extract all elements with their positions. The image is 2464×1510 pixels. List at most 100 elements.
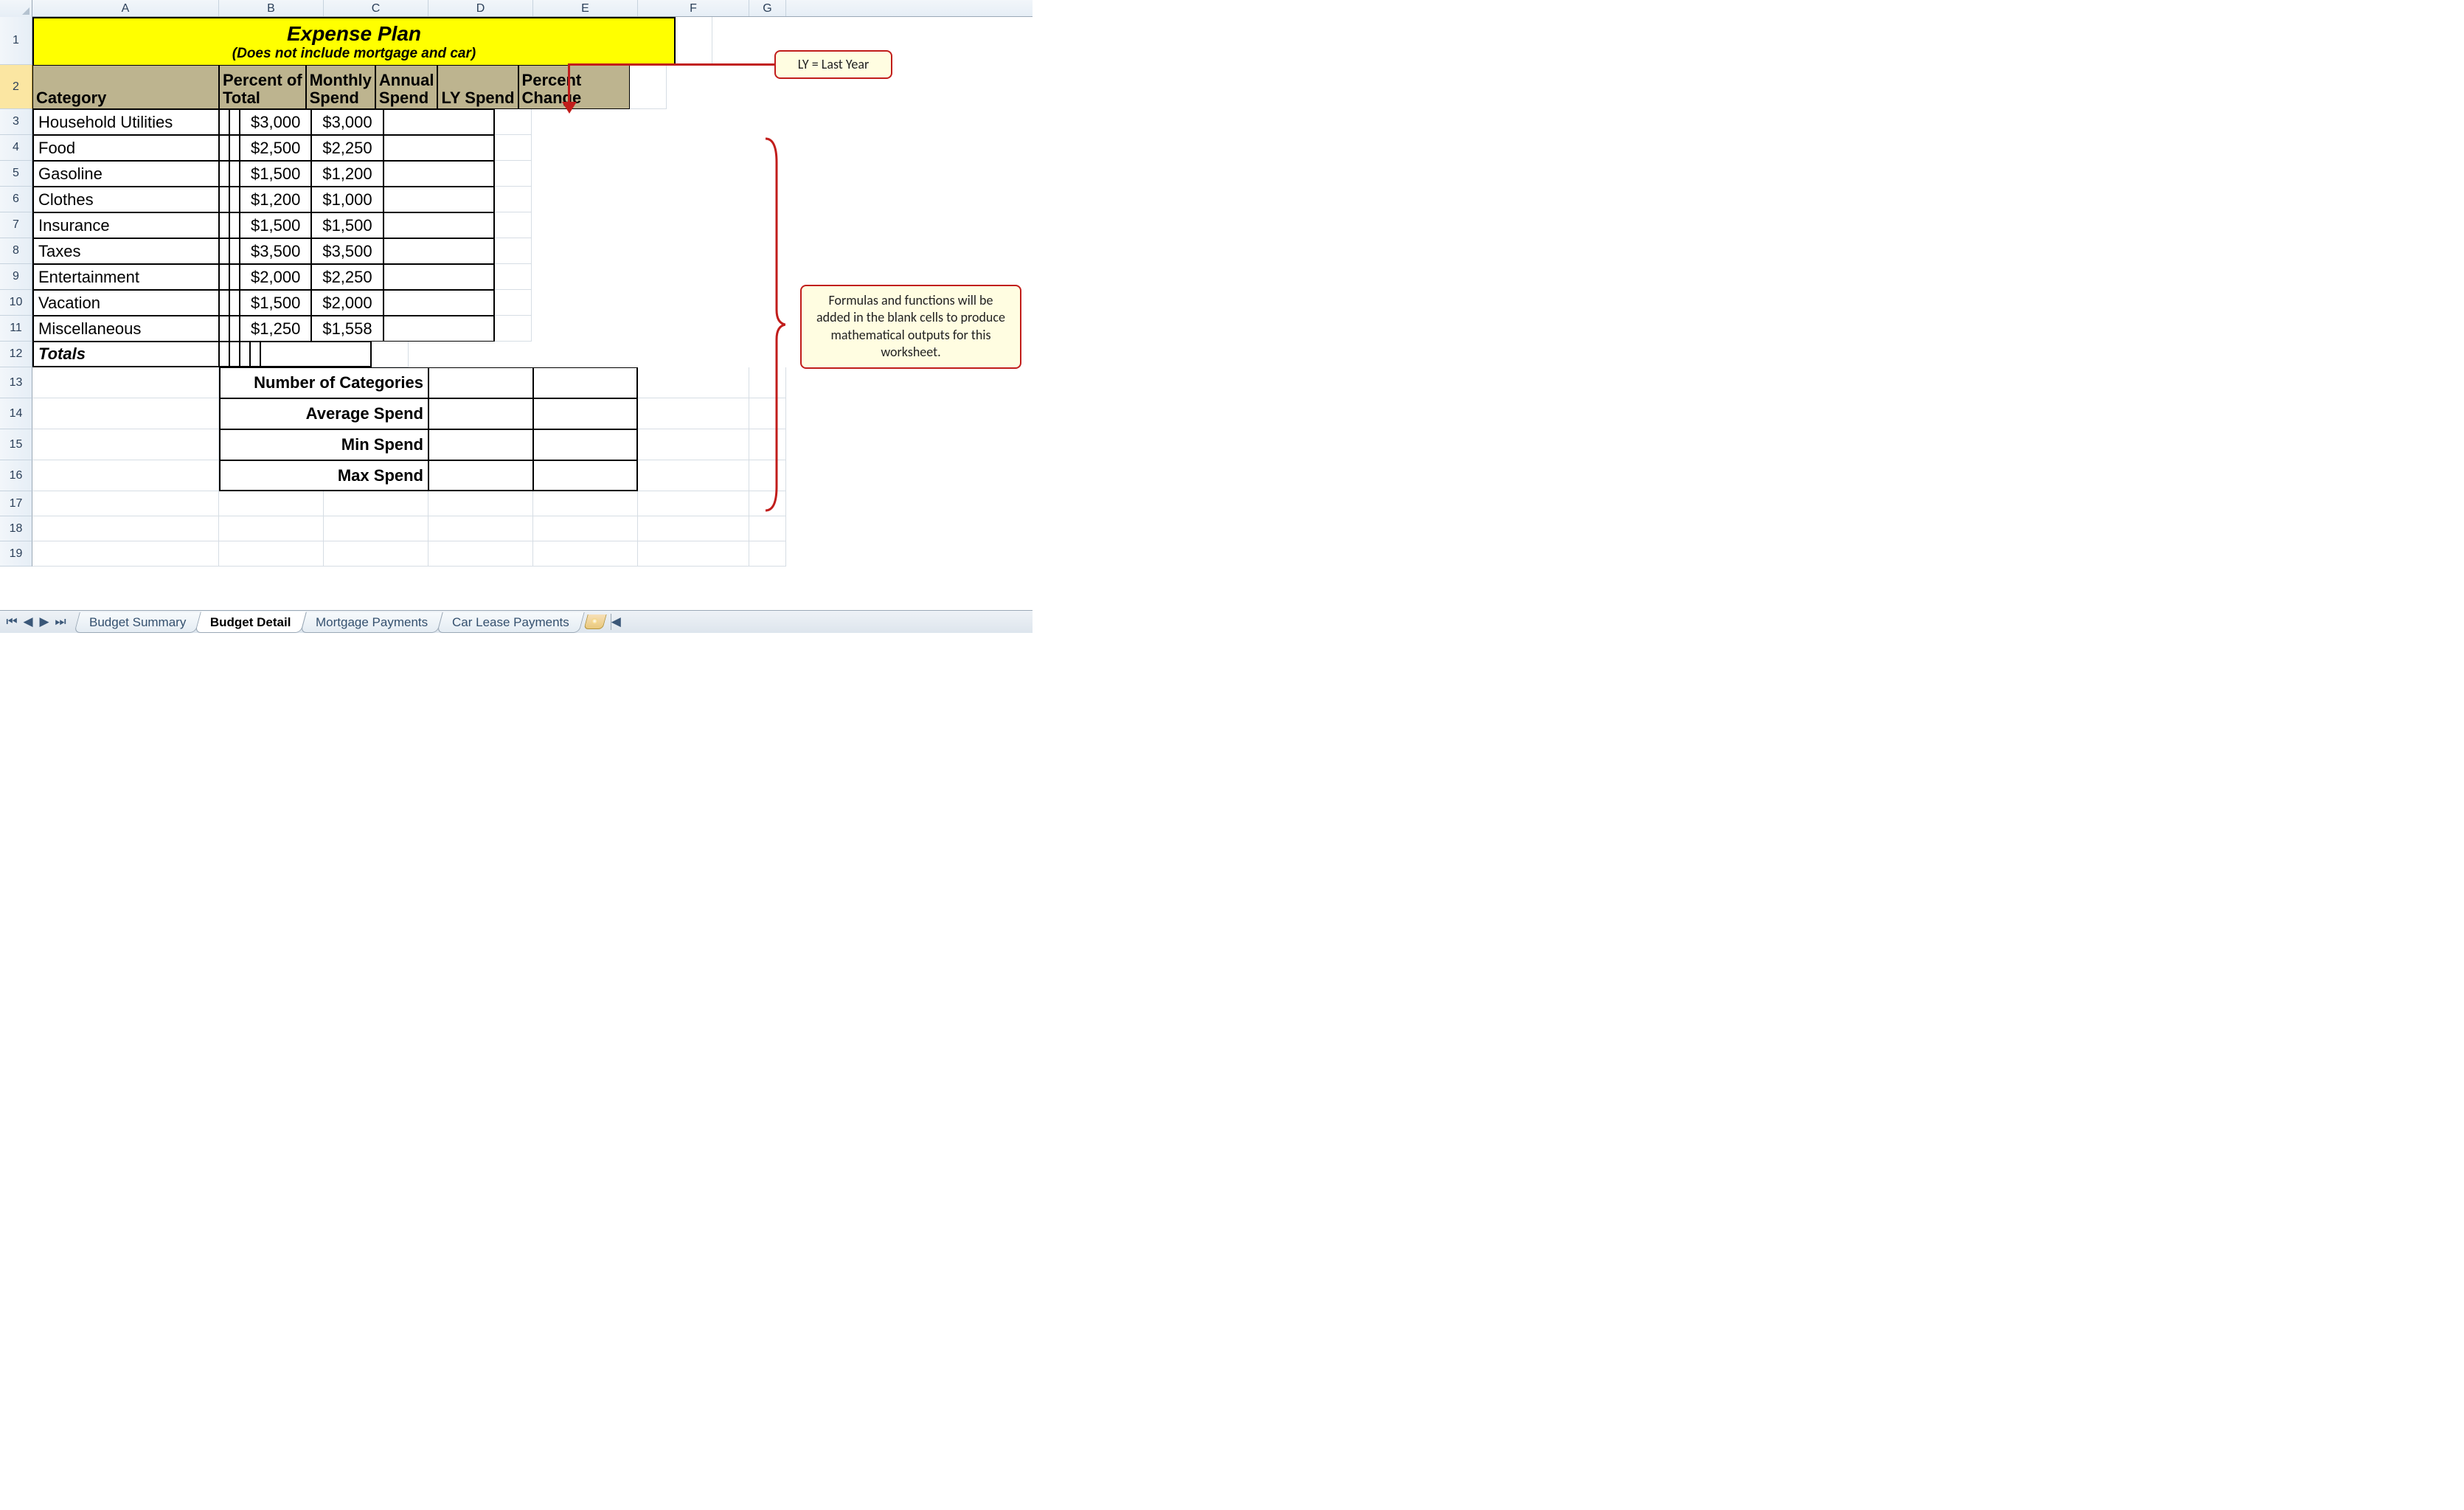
cell-category-11[interactable]: Miscellaneous: [32, 316, 219, 342]
cell-F15[interactable]: [638, 429, 749, 460]
cell-C3[interactable]: [229, 109, 240, 135]
cell-F17[interactable]: [638, 491, 749, 516]
row-header-5[interactable]: 5: [0, 161, 32, 187]
cell-C6[interactable]: [229, 187, 240, 212]
row-header-13[interactable]: 13: [0, 367, 32, 398]
row-header-19[interactable]: 19: [0, 541, 32, 567]
cell-B3[interactable]: [219, 109, 229, 135]
cell-A19[interactable]: [32, 541, 219, 567]
cell-G16[interactable]: [749, 460, 786, 491]
cell-F4[interactable]: [384, 135, 495, 161]
cell-G1[interactable]: [676, 17, 712, 65]
tab-nav-last-icon[interactable]: ⏭: [53, 614, 68, 630]
cell-D5[interactable]: $1,500: [240, 161, 311, 187]
cell-C11[interactable]: [229, 316, 240, 342]
cell-category-3[interactable]: Household Utilities: [32, 109, 219, 135]
cell-category-4[interactable]: Food: [32, 135, 219, 161]
cell-E17[interactable]: [533, 491, 638, 516]
cell-G18[interactable]: [749, 516, 786, 541]
cell-D7[interactable]: $1,500: [240, 212, 311, 238]
cell-G12[interactable]: [372, 342, 409, 367]
row-header-4[interactable]: 4: [0, 135, 32, 161]
row-header-15[interactable]: 15: [0, 429, 32, 460]
stat-label-15[interactable]: Min Spend: [219, 429, 428, 460]
cell-G7[interactable]: [495, 212, 532, 238]
column-header-E[interactable]: E: [533, 0, 638, 16]
column-header-B[interactable]: B: [219, 0, 324, 16]
row-header-6[interactable]: 6: [0, 187, 32, 212]
cell-category-8[interactable]: Taxes: [32, 238, 219, 264]
cell-B19[interactable]: [219, 541, 324, 567]
cell-C17[interactable]: [324, 491, 428, 516]
cell-F16[interactable]: [638, 460, 749, 491]
cell-A16[interactable]: [32, 460, 219, 491]
cell-G8[interactable]: [495, 238, 532, 264]
cell-D19[interactable]: [428, 541, 533, 567]
cell-B10[interactable]: [219, 290, 229, 316]
cell-C7[interactable]: [229, 212, 240, 238]
column-header-G[interactable]: G: [749, 0, 786, 16]
sheet-tab-mortgage-payments[interactable]: Mortgage Payments: [300, 612, 443, 633]
cell-A14[interactable]: [32, 398, 219, 429]
cell-F6[interactable]: [384, 187, 495, 212]
cell-E16[interactable]: [533, 460, 638, 491]
cell-D15[interactable]: [428, 429, 533, 460]
cell-G13[interactable]: [749, 367, 786, 398]
tab-nav-prev-icon[interactable]: ◀: [21, 614, 35, 630]
cell-D16[interactable]: [428, 460, 533, 491]
column-header-F[interactable]: F: [638, 0, 749, 16]
cell-E12[interactable]: [250, 342, 260, 367]
header-percent-of-total[interactable]: Percent of Total: [219, 65, 306, 109]
cell-G4[interactable]: [495, 135, 532, 161]
tab-nav-first-icon[interactable]: ⏮: [4, 614, 19, 630]
stat-label-13[interactable]: Number of Categories: [219, 367, 428, 398]
cell-A17[interactable]: [32, 491, 219, 516]
cell-B8[interactable]: [219, 238, 229, 264]
cell-E4[interactable]: $2,250: [311, 135, 383, 161]
row-header-18[interactable]: 18: [0, 516, 32, 541]
cell-B7[interactable]: [219, 212, 229, 238]
header-percent-change[interactable]: Percent Change: [518, 65, 630, 109]
cell-D9[interactable]: $2,000: [240, 264, 311, 290]
cell-G6[interactable]: [495, 187, 532, 212]
cell-D10[interactable]: $1,500: [240, 290, 311, 316]
cell-E11[interactable]: $1,558: [311, 316, 383, 342]
cell-B6[interactable]: [219, 187, 229, 212]
cell-F3[interactable]: [384, 109, 495, 135]
select-all-corner[interactable]: [0, 0, 32, 17]
title-merged-cell[interactable]: Expense Plan (Does not include mortgage …: [32, 17, 676, 65]
sheet-tab-car-lease-payments[interactable]: Car Lease Payments: [437, 612, 584, 633]
stat-label-14[interactable]: Average Spend: [219, 398, 428, 429]
cell-D6[interactable]: $1,200: [240, 187, 311, 212]
cell-E14[interactable]: [533, 398, 638, 429]
cell-G5[interactable]: [495, 161, 532, 187]
tab-scroll-edge-icon[interactable]: ◀: [611, 614, 621, 630]
row-header-14[interactable]: 14: [0, 398, 32, 429]
cell-F5[interactable]: [384, 161, 495, 187]
cell-B4[interactable]: [219, 135, 229, 161]
row-header-7[interactable]: 7: [0, 212, 32, 238]
cell-D12[interactable]: [240, 342, 250, 367]
cell-B9[interactable]: [219, 264, 229, 290]
cell-B18[interactable]: [219, 516, 324, 541]
column-header-D[interactable]: D: [428, 0, 533, 16]
cell-E8[interactable]: $3,500: [311, 238, 383, 264]
cell-D18[interactable]: [428, 516, 533, 541]
cell-G9[interactable]: [495, 264, 532, 290]
cell-E15[interactable]: [533, 429, 638, 460]
cell-G11[interactable]: [495, 316, 532, 342]
cell-C8[interactable]: [229, 238, 240, 264]
row-header-17[interactable]: 17: [0, 491, 32, 516]
cell-category-7[interactable]: Insurance: [32, 212, 219, 238]
header-annual-spend[interactable]: Annual Spend: [375, 65, 438, 109]
cell-G14[interactable]: [749, 398, 786, 429]
cell-C9[interactable]: [229, 264, 240, 290]
cell-F9[interactable]: [384, 264, 495, 290]
cell-B17[interactable]: [219, 491, 324, 516]
row-header-3[interactable]: 3: [0, 109, 32, 135]
cell-G3[interactable]: [495, 109, 532, 135]
sheet-tab-budget-detail[interactable]: Budget Detail: [195, 612, 306, 633]
cell-B5[interactable]: [219, 161, 229, 187]
row-header-9[interactable]: 9: [0, 264, 32, 290]
cell-A13[interactable]: [32, 367, 219, 398]
